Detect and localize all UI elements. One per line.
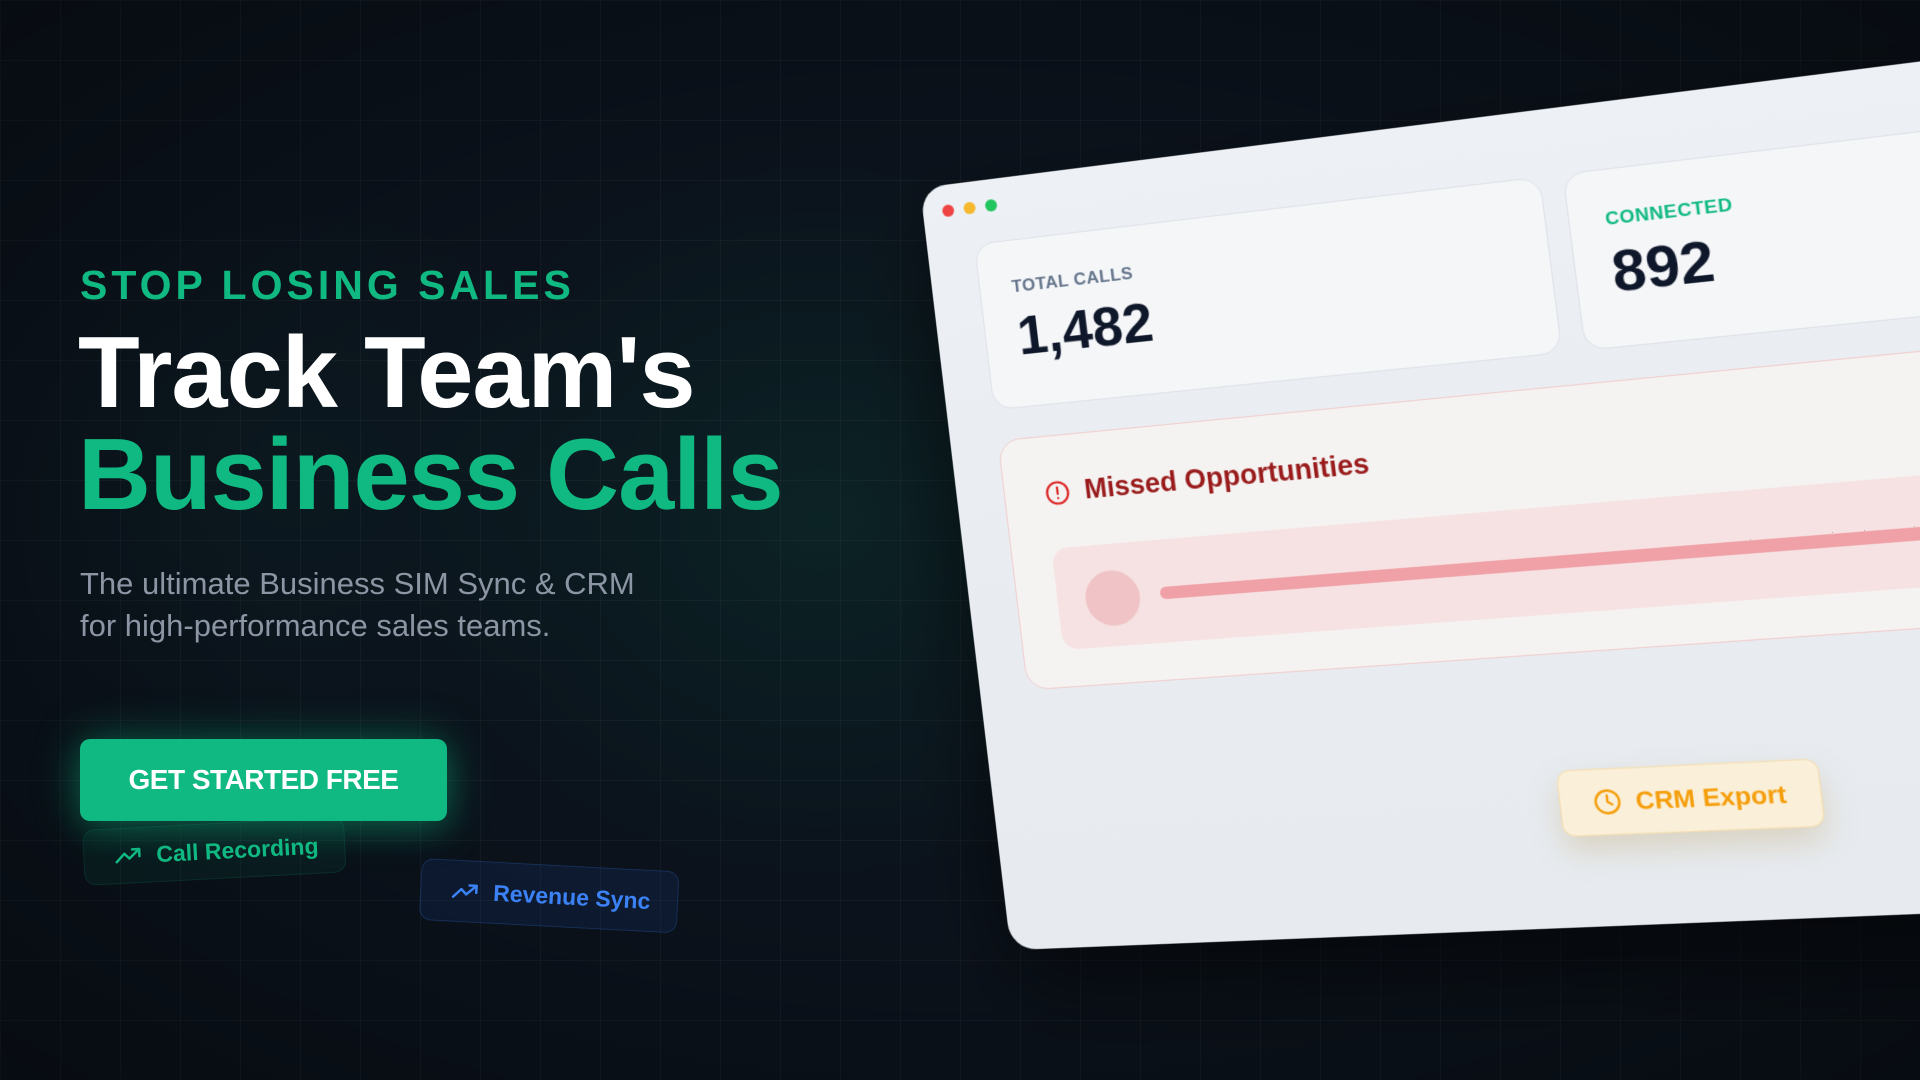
revenue-sync-label: Revenue Sync <box>492 879 652 914</box>
trending-up-icon <box>115 847 141 864</box>
missed-opportunities-header: Missed Opportunities <box>1043 448 1371 509</box>
trending-up-icon <box>451 884 478 898</box>
missed-opportunities-title: Missed Opportunities <box>1082 447 1371 505</box>
total-calls-card: TOTAL CALLS 1,482 <box>973 176 1563 411</box>
connected-calls-card: CONNECTED 892 <box>1562 88 1920 351</box>
missed-call-avatar <box>1082 568 1144 628</box>
subtitle-line-1: The ultimate Business SIM Sync & CRM <box>80 566 635 601</box>
alert-circle-icon <box>1043 478 1072 507</box>
minimize-window-dot <box>963 201 977 215</box>
crm-export-chip: CRM Export <box>1555 758 1826 838</box>
headline-line-1: Track Team's <box>78 317 696 429</box>
crm-export-label: CRM Export <box>1634 779 1789 815</box>
missed-call-bar <box>1159 486 1920 600</box>
window-controls <box>941 198 998 218</box>
hero-headline: Track Team's Business Calls <box>78 317 784 531</box>
hero-subtitle: The ultimate Business SIM Sync & CRM for… <box>80 563 720 647</box>
get-started-button[interactable]: GET STARTED FREE <box>80 739 447 821</box>
hero-eyebrow: STOP LOSING SALES <box>80 262 575 308</box>
maximize-window-dot <box>984 198 998 213</box>
call-recording-label: Call Recording <box>155 832 320 867</box>
subtitle-line-2: for high-performance sales teams. <box>80 608 551 643</box>
headline-line-2: Business Calls <box>78 419 784 531</box>
clock-icon <box>1591 787 1623 816</box>
close-window-dot <box>941 204 955 218</box>
